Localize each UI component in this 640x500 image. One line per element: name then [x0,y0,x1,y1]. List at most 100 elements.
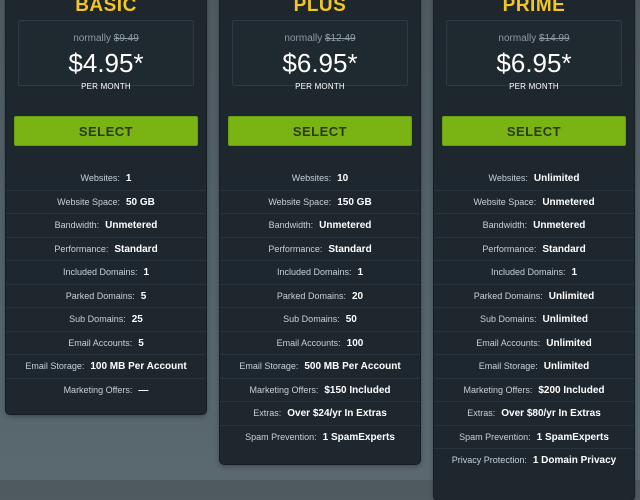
feature-value: Unlimited [546,337,592,349]
select-basic-button[interactable]: SELECT [14,116,198,146]
plan-name: PLUS [293,0,347,16]
feature-label: Email Storage: [25,361,85,371]
normally-label: normally [498,33,537,44]
feature-value: Unmetered [542,196,595,208]
feature-value: Unmetered [319,220,372,231]
feature-value: 20 [351,290,364,302]
feature-label: Performance: [54,243,109,254]
feature-label: Marketing Offers: [63,384,133,395]
feature-row: Bandwidth: Unmetered [6,214,206,238]
billing-period: PER MONTH [295,82,345,91]
feature-value: 1 SpamExperts [322,431,395,443]
normal-price: $14.99 [538,33,570,44]
price-box: normally $12.49 $6.95* PER MONTH [232,20,408,91]
feature-value: 1 [571,267,578,278]
price-box: normally $9.49 $4.95* PER MONTH [18,20,194,91]
select-plus-button[interactable]: SELECT [228,116,412,146]
feature-label: Websites: [488,173,528,183]
feature-row: Sub Domains: 25 [6,308,206,332]
price-box: normally $14.99 $6.95* PER MONTH [446,20,622,91]
feature-value: 1 Domain Privacy [532,455,617,466]
feature-value: Standard [328,243,372,255]
feature-label: Spam Prevention: [459,431,531,442]
normally-label: normally [284,33,323,44]
feature-row: Website Space: 150 GB [220,191,420,214]
feature-value: 50 [345,314,357,325]
feature-label: Spam Prevention: [245,431,317,442]
plan-price: $4.95* [68,48,144,78]
feature-value: 100 [346,337,364,349]
feature-row: Email Accounts: 5 [6,332,206,355]
feature-label: Included Domains: [490,267,566,277]
feature-label: Extras: [467,408,496,418]
feature-row: Extras: Over $24/yr In Extras [220,402,420,426]
feature-label: Privacy Protection: [451,455,527,465]
feature-label: Sub Domains: [283,314,340,324]
feature-label: Performance: [482,243,537,254]
feature-value: Standard [542,243,586,255]
feature-row: Performance: Standard [6,238,206,261]
feature-row: Website Space: Unmetered [434,191,634,214]
feature-value: Unlimited [543,361,590,372]
normal-price-text: normally $9.49 [19,33,193,45]
feature-row: Spam Prevention: 1 SpamExperts [220,426,420,450]
feature-value: 1 [143,267,150,278]
feature-value: 1 [357,267,364,278]
feature-label: Parked Domains: [276,290,346,301]
feature-row: Parked Domains: 5 [6,285,206,308]
normal-price: $9.49 [113,33,139,44]
plan-price: $6.95* [282,48,358,78]
feature-label: Email Storage: [478,361,538,371]
billing-period: PER MONTH [81,82,131,91]
feature-value: $150 Included [324,384,391,396]
feature-row: Extras: Over $80/yr In Extras [434,402,634,426]
feature-label: Parked Domains: [65,290,135,301]
normally-label: normally [73,33,111,44]
feature-value: Unmetered [533,220,586,231]
feature-row: Bandwidth: Unmetered [434,214,634,238]
feature-label: Bandwidth: [482,220,528,230]
feature-label: Included Domains: [62,267,138,277]
feature-label: Sub Domains: [69,314,126,324]
billing-period: PER MONTH [509,82,559,91]
feature-value: $200 Included [538,384,605,396]
feature-value: 25 [131,314,143,325]
feature-label: Marketing Offers: [249,384,319,395]
feature-label: Email Accounts: [476,337,541,348]
feature-row: Marketing Offers: $200 Included [434,379,634,402]
feature-row: Marketing Offers: $150 Included [220,379,420,402]
feature-value: — [138,384,149,396]
feature-value: Unlimited [533,173,580,184]
feature-value: Unlimited [542,314,589,325]
feature-value: Over $80/yr In Extras [501,408,601,419]
feature-row: Websites: 1 [6,167,206,191]
plan-card-plus: PLUS normally $12.49 $6.95* PER MONTH SE… [220,0,420,464]
plan-name: BASIC [75,0,137,16]
feature-row: Included Domains: 1 [434,261,634,285]
select-prime-button[interactable]: SELECT [442,116,626,146]
feature-row: Bandwidth: Unmetered [220,214,420,238]
feature-value: 10 [337,173,349,184]
feature-value: Unmetered [105,220,158,231]
feature-label: Extras: [253,408,282,418]
feature-label: Included Domains: [276,267,352,277]
normal-price-text: normally $14.99 [447,33,621,45]
feature-row: Performance: Standard [434,238,634,261]
feature-label: Website Space: [57,196,120,207]
feature-row: Websites: Unlimited [434,167,634,191]
feature-label: Performance: [268,243,323,254]
feature-row: Email Accounts: Unlimited [434,332,634,355]
feature-row: Spam Prevention: 1 SpamExperts [434,426,634,449]
feature-label: Bandwidth: [268,220,314,230]
feature-value: 1 SpamExperts [536,431,609,443]
feature-label: Websites: [291,173,332,183]
normal-price-text: normally $12.49 [233,33,407,45]
feature-row: Websites: 10 [220,167,420,191]
feature-label: Email Accounts: [68,337,133,348]
feature-row: Marketing Offers: — [6,379,206,403]
plan-card-prime: PRIME normally $14.99 $6.95* PER MONTH S… [434,0,634,500]
feature-label: Email Storage: [239,361,299,371]
feature-label: Marketing Offers: [463,384,533,395]
normal-price: $12.49 [324,33,356,44]
feature-row: Privacy Protection: 1 Domain Privacy [434,449,634,473]
